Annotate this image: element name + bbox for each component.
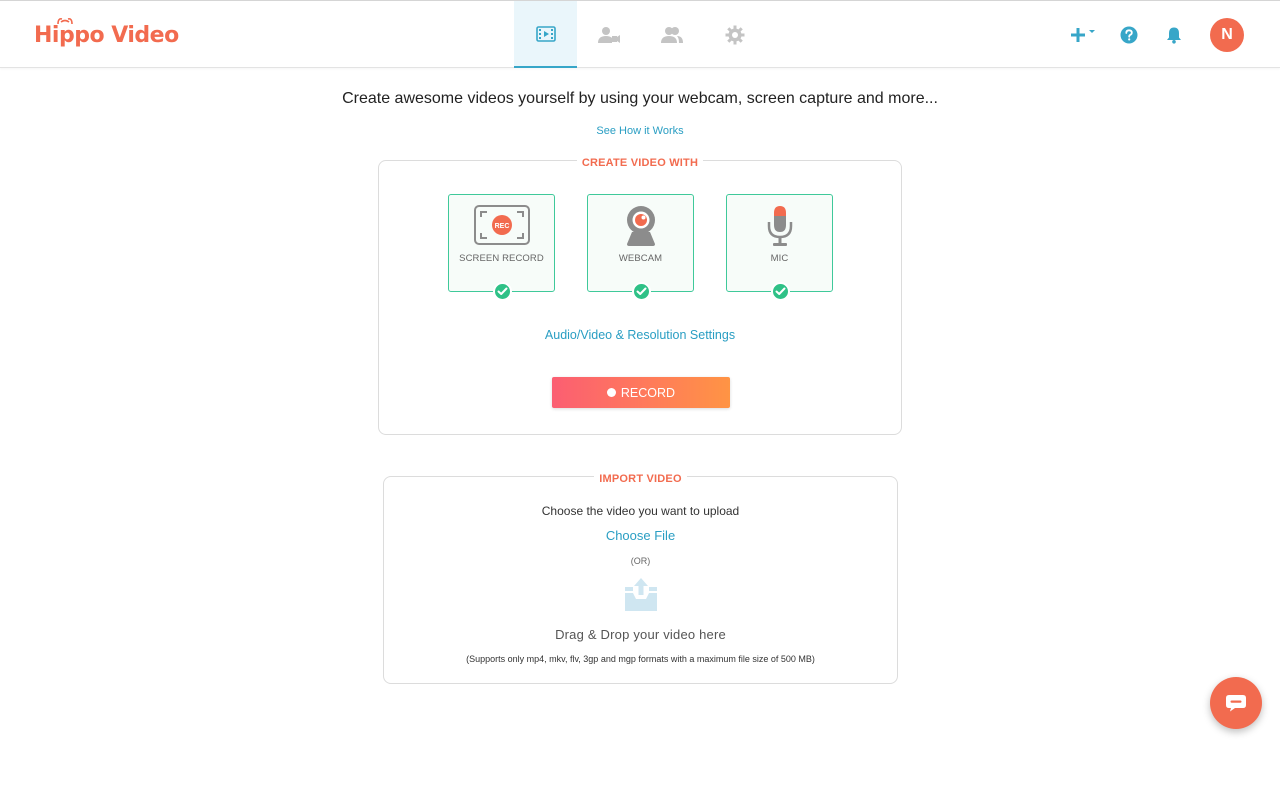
- bell-icon: [1167, 27, 1181, 44]
- mic-icon: [767, 206, 792, 246]
- import-video-panel[interactable]: IMPORT VIDEO Choose the video you want t…: [383, 473, 898, 684]
- how-it-works-link-row: See How it Works: [0, 125, 1280, 137]
- create-video-heading: CREATE VIDEO WITH: [576, 157, 704, 169]
- option-mic[interactable]: MIC: [726, 194, 833, 301]
- import-prompt: Choose the video you want to upload: [541, 504, 740, 518]
- help-icon: [1120, 26, 1138, 44]
- top-navbar: Hippo Video N: [0, 0, 1280, 68]
- chat-icon: [1226, 695, 1246, 712]
- logo-ears-icon: [57, 18, 73, 25]
- tab-webcam-user[interactable]: [577, 1, 640, 68]
- webcam-label: WEBCAM: [618, 253, 663, 264]
- logo-text: Hippo Video: [34, 23, 179, 48]
- main-nav-tabs: [514, 1, 766, 68]
- caret-down-icon: [1089, 30, 1095, 33]
- see-how-it-works-link[interactable]: See How it Works: [596, 125, 683, 137]
- import-legend: IMPORT VIDEO: [384, 469, 897, 487]
- user-avatar[interactable]: N: [1210, 18, 1244, 52]
- contacts-icon: [660, 26, 683, 43]
- record-dot-icon: [606, 388, 616, 397]
- option-webcam[interactable]: WEBCAM: [587, 194, 694, 301]
- help-button[interactable]: [1120, 26, 1138, 44]
- upload-tray-icon: [624, 577, 658, 618]
- drag-drop-text: Drag & Drop your video here: [555, 627, 726, 642]
- create-legend: CREATE VIDEO WITH: [379, 153, 901, 171]
- webcam-check-icon: [632, 282, 651, 301]
- webcam-icon: [626, 206, 655, 246]
- webcam-user-icon: [597, 26, 620, 43]
- screen-record-label: SCREEN RECORD: [459, 253, 544, 264]
- or-separator: (OR): [630, 556, 651, 566]
- screen-record-icon: REC: [473, 205, 530, 245]
- choose-file-button[interactable]: Choose File: [606, 528, 675, 543]
- create-new-dropdown[interactable]: [1070, 27, 1096, 43]
- choose-file-row: Choose File: [384, 528, 897, 543]
- option-screen-record[interactable]: REC SCREEN RECORD: [448, 194, 555, 301]
- hippo-video-logo[interactable]: Hippo Video: [34, 18, 179, 51]
- tab-contacts[interactable]: [640, 1, 703, 68]
- page-tagline: Create awesome videos yourself by using …: [342, 90, 938, 107]
- screen-record-check-icon: [493, 282, 512, 301]
- mic-label: MIC: [770, 253, 789, 264]
- rec-badge-text: REC: [494, 223, 509, 230]
- mic-check-icon: [771, 282, 790, 301]
- notifications-button[interactable]: [1166, 26, 1182, 44]
- record-button[interactable]: RECORD: [552, 377, 730, 408]
- gear-icon: [725, 25, 744, 44]
- chat-launcher-button[interactable]: [1210, 677, 1262, 729]
- av-resolution-settings-link[interactable]: Audio/Video & Resolution Settings: [379, 328, 901, 342]
- create-video-panel: CREATE VIDEO WITH REC SCREEN RECORD WEBC…: [378, 157, 902, 435]
- plus-icon: [1071, 28, 1085, 42]
- tab-settings[interactable]: [703, 1, 766, 68]
- header-actions: N: [1070, 18, 1244, 52]
- record-button-label: RECORD: [620, 385, 676, 400]
- tab-videos[interactable]: [514, 1, 577, 68]
- supported-formats-note: (Supports only mp4, mkv, flv, 3gp and mg…: [466, 654, 815, 664]
- import-video-heading: IMPORT VIDEO: [594, 473, 687, 485]
- video-library-icon: [535, 25, 556, 42]
